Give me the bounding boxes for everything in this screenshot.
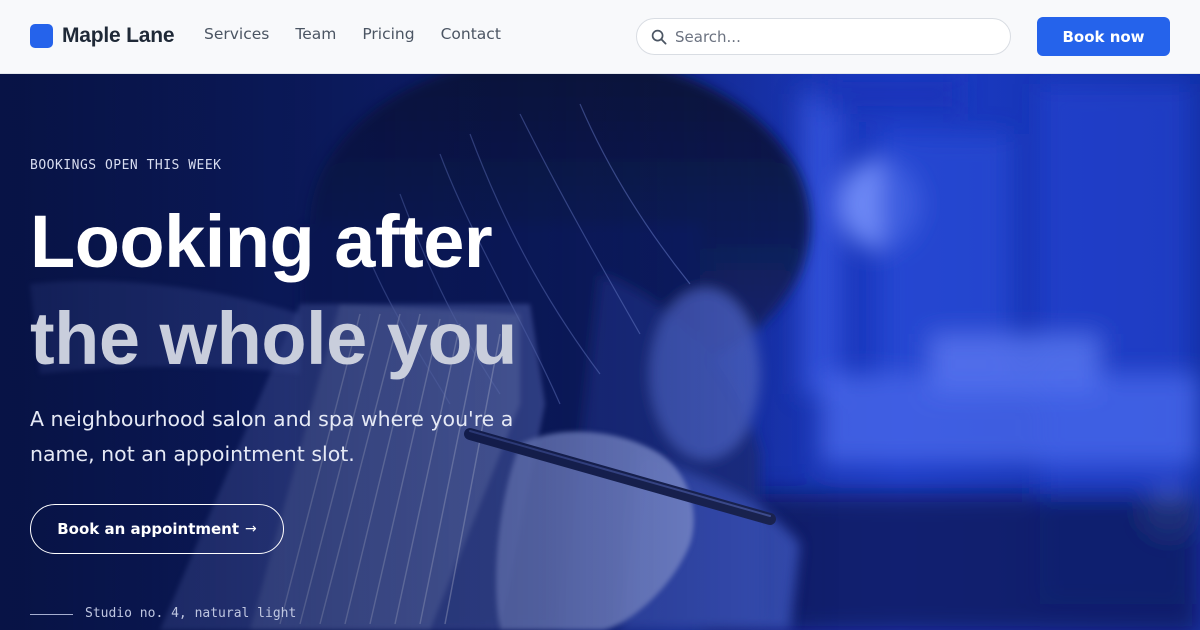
- hero-subtext: A neighbourhood salon and spa where you'…: [30, 407, 514, 466]
- caption-divider: [30, 614, 73, 615]
- search-input[interactable]: [675, 27, 995, 46]
- book-appointment-button[interactable]: Book an appointment →: [30, 504, 284, 554]
- nav-team[interactable]: Team: [295, 25, 336, 43]
- brand-logo-icon: [30, 24, 53, 48]
- book-now-button[interactable]: Book now: [1037, 17, 1170, 56]
- hero-headline-line-1: Looking after: [30, 200, 493, 283]
- search-box[interactable]: [636, 18, 1011, 55]
- brand[interactable]: Maple Lane: [30, 24, 175, 48]
- hero-eyebrow: BOOKINGS OPEN THIS WEEK: [30, 158, 222, 173]
- arrow-right-icon: →: [245, 521, 257, 537]
- hero: BOOKINGS OPEN THIS WEEK Looking after th…: [0, 74, 1200, 630]
- site-header: Maple Lane Services Team Pricing Contact…: [0, 0, 1200, 74]
- photo-caption: Studio no. 4, natural light: [85, 606, 297, 621]
- hero-headline-line-2: the whole you: [30, 297, 517, 380]
- search-icon: [651, 29, 667, 45]
- main-nav: Services Team Pricing Contact: [204, 25, 527, 43]
- nav-services[interactable]: Services: [204, 25, 269, 43]
- nav-pricing[interactable]: Pricing: [362, 25, 414, 43]
- book-appointment-label: Book an appointment: [57, 520, 240, 538]
- nav-contact[interactable]: Contact: [441, 25, 501, 43]
- brand-name: Maple Lane: [62, 24, 175, 47]
